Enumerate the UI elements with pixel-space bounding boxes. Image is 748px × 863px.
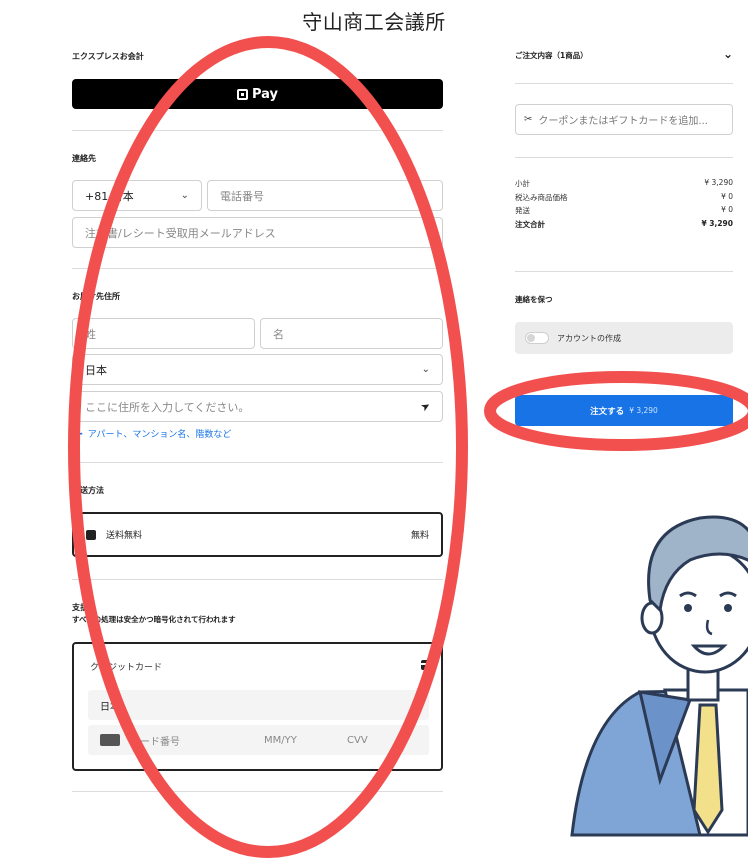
add-apartment-label: アパート、マンション名、階数など — [87, 430, 232, 440]
add-apartment-link[interactable]: + アパート、マンション名、階数など — [72, 425, 232, 442]
totals-row-total: 注文合計 ¥ 3,290 — [515, 219, 733, 233]
country-select[interactable]: 日本 ⌄ — [72, 354, 443, 385]
email-placeholder: 注文書/レシート受取用メールアドレス — [85, 226, 276, 240]
order-summary-label: ご注文内容（1商品） — [515, 51, 588, 60]
pay-button-label: Pay — [251, 86, 279, 102]
order-button-amount: ¥ 3,290 — [629, 406, 658, 415]
card-details-row[interactable]: カード番号 MM/YY CVV — [88, 725, 429, 755]
express-checkout-label: エクスプレスお会計 — [72, 52, 144, 61]
divider — [72, 579, 443, 580]
credit-card-panel[interactable]: クレジットカード 日本 カード番号 MM/YY CVV — [72, 642, 443, 771]
totals-row-value: ¥ 3,290 — [701, 218, 733, 228]
chevron-down-icon: ⌄ — [421, 364, 430, 375]
totals-row: 小計 ¥ 3,290 — [515, 178, 733, 192]
shipping-option-label: 送料無料 — [106, 531, 143, 541]
divider — [515, 83, 733, 84]
order-button-label: 注文する — [590, 406, 625, 417]
pay-logo-icon — [236, 88, 248, 100]
totals-row: 発送 ¥ 0 — [515, 205, 733, 219]
phone-placeholder: 電話番号 — [220, 189, 264, 203]
address-placeholder: ここに住所を入力してください。 — [85, 400, 250, 414]
country-value: 日本 — [85, 363, 107, 377]
order-totals: 小計 ¥ 3,290 税込み商品価格 ¥ 0 発送 ¥ 0 注文合計 ¥ 3,2… — [515, 178, 733, 232]
totals-row-value: ¥ 0 — [721, 191, 733, 201]
divider — [72, 268, 443, 269]
order-summary-toggle[interactable]: ご注文内容（1商品） ⌄ — [515, 47, 733, 61]
cvv-placeholder[interactable]: CVV — [347, 735, 368, 746]
shop-title: 守山商工会議所 — [302, 10, 446, 34]
credit-card-label: クレジットカード — [90, 663, 163, 673]
totals-row-value: ¥ 3,290 — [704, 178, 733, 187]
totals-row-value: ¥ 0 — [721, 205, 733, 214]
card-country-select[interactable]: 日本 — [88, 690, 429, 720]
last-name-placeholder: 姓 — [85, 327, 96, 341]
country-code-value: +81 日本 — [85, 189, 134, 203]
shipping-address-label: お届け先住所 — [72, 292, 120, 301]
last-name-input[interactable]: 姓 — [72, 318, 255, 349]
create-account-label: アカウントの作成 — [557, 333, 621, 343]
first-name-placeholder: 名 — [273, 327, 284, 341]
apple-pay-button[interactable]: Pay — [72, 79, 443, 109]
expiry-placeholder[interactable]: MM/YY — [264, 735, 297, 746]
package-icon — [86, 529, 96, 540]
location-arrow-icon[interactable]: ➤ — [418, 399, 432, 415]
divider — [72, 462, 443, 463]
chevron-down-icon: ⌄ — [722, 47, 733, 61]
place-order-button[interactable]: 注文する ¥ 3,290 — [515, 395, 733, 426]
contact-section-label: 連絡先 — [72, 154, 96, 163]
businessman-illustration — [570, 515, 748, 837]
card-number-placeholder[interactable]: カード番号 — [130, 733, 180, 748]
totals-row-label: 小計 — [515, 179, 530, 188]
phone-input[interactable]: 電話番号 — [207, 180, 443, 211]
totals-row: 税込み商品価格 ¥ 0 — [515, 192, 733, 206]
chevron-down-icon: ⌄ — [180, 190, 189, 201]
card-brand-icon — [100, 734, 120, 746]
totals-row-label: 発送 — [515, 206, 530, 215]
plus-icon: + — [72, 425, 84, 442]
first-name-input[interactable]: 名 — [260, 318, 443, 349]
divider — [515, 157, 733, 158]
divider — [515, 271, 733, 272]
payment-security-note: すべての処理は安全かつ暗号化されて行われます — [72, 615, 236, 624]
tag-icon: ✂ — [524, 114, 533, 125]
totals-row-label: 税込み商品価格 — [515, 192, 568, 202]
create-account-toggle[interactable]: アカウントの作成 — [515, 322, 733, 354]
divider — [72, 130, 443, 131]
totals-row-label: 注文合計 — [515, 219, 545, 229]
divider — [72, 791, 443, 792]
payment-section-label: 支払い — [72, 603, 96, 612]
toggle-switch[interactable] — [525, 332, 549, 344]
shipping-option-free[interactable]: 送料無料 無料 — [72, 512, 443, 557]
country-code-select[interactable]: +81 日本 ⌄ — [72, 180, 202, 211]
keep-in-touch-label: 連絡を保つ — [515, 295, 553, 304]
email-input[interactable]: 注文書/レシート受取用メールアドレス — [72, 217, 443, 248]
delivery-section-label: 配送方法 — [72, 486, 104, 495]
card-country-value: 日本 — [100, 701, 120, 713]
coupon-placeholder: クーポンまたはギフトカードを追加... — [538, 116, 708, 127]
address-input[interactable]: ここに住所を入力してください。 ➤ — [72, 391, 443, 422]
shipping-option-price: 無料 — [410, 531, 429, 541]
credit-card-icon — [421, 660, 435, 670]
coupon-input[interactable]: ✂ クーポンまたはギフトカードを追加... — [515, 104, 733, 135]
